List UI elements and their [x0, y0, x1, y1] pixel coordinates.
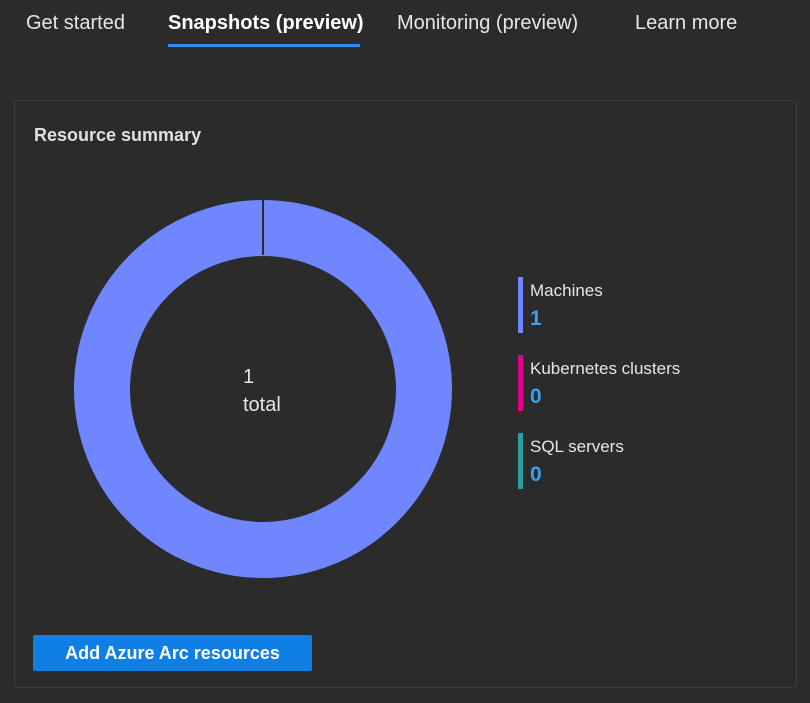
legend-swatch-kubernetes	[518, 355, 523, 411]
legend-swatch-sql-servers	[518, 433, 523, 489]
legend-label: SQL servers	[530, 437, 624, 456]
card-title: Resource summary	[34, 125, 202, 145]
legend-value: 0	[530, 463, 542, 486]
legend-label: Kubernetes clusters	[530, 359, 681, 378]
legend-swatch-machines	[518, 277, 523, 333]
add-azure-arc-resources-button[interactable]: Add Azure Arc resources	[33, 635, 312, 671]
active-tab-indicator	[168, 44, 360, 47]
legend-value: 0	[530, 385, 542, 408]
resource-donut-chart: 1 total	[74, 199, 452, 578]
tab-snapshots[interactable]: Snapshots (preview)	[168, 10, 364, 36]
tab-learn-more[interactable]: Learn more	[635, 10, 737, 36]
legend-label: Machines	[530, 281, 603, 300]
tab-bar: Get started Snapshots (preview) Monitori…	[0, 0, 810, 50]
donut-total-value: 1	[243, 366, 254, 388]
donut-total-label: total	[243, 394, 281, 416]
resource-summary-card: Resource summary 1 total Machines 1 Kube…	[14, 100, 797, 688]
legend-value: 1	[530, 307, 542, 330]
tab-monitoring[interactable]: Monitoring (preview)	[397, 10, 578, 36]
tab-get-started[interactable]: Get started	[26, 10, 125, 36]
donut-segment-machines[interactable]	[74, 200, 452, 578]
